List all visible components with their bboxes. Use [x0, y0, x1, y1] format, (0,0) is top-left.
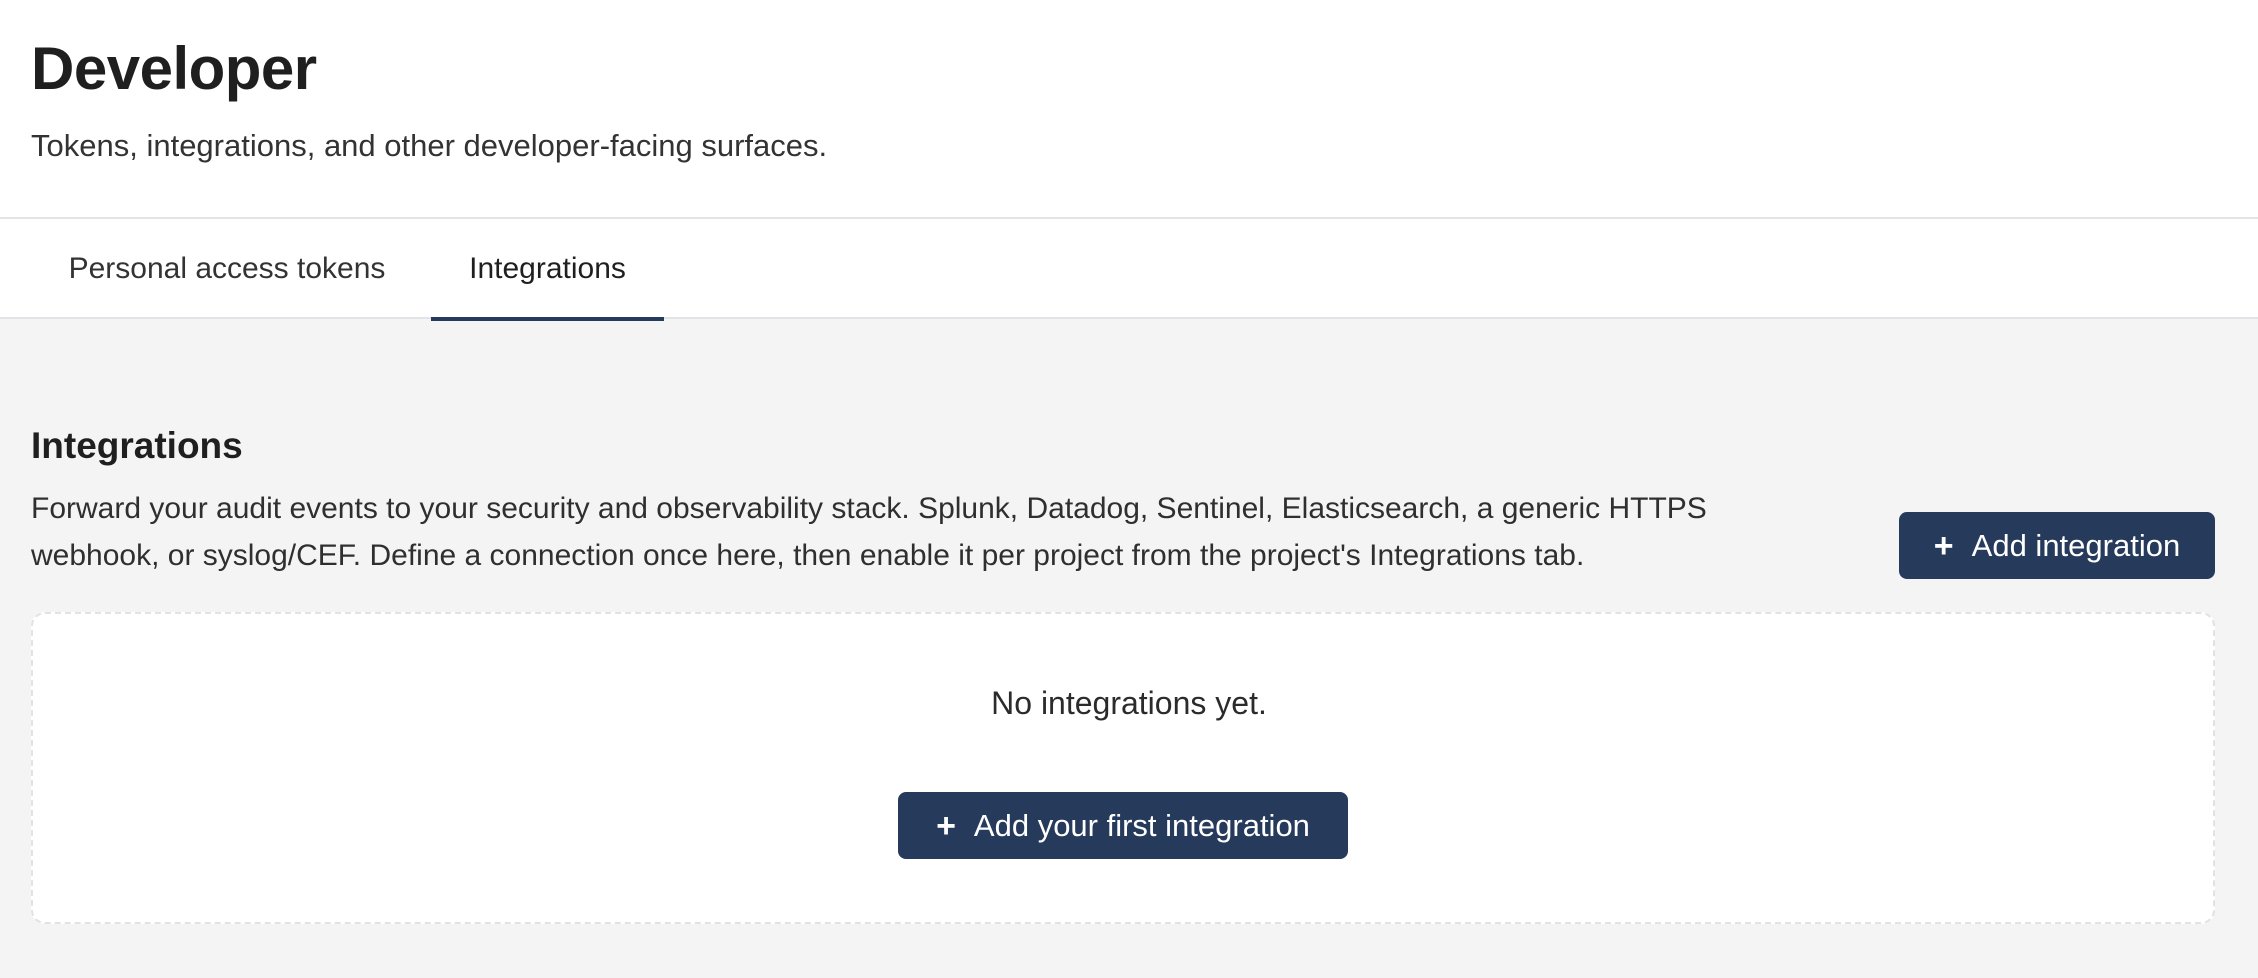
tab-integrations[interactable]: Integrations: [431, 219, 664, 321]
empty-state-card: [31, 612, 2215, 924]
add-first-integration-label: Add your first integration: [973, 807, 1310, 843]
plus-icon: +: [1933, 526, 1954, 565]
page-title: Developer: [31, 35, 317, 102]
section-description: Forward your audit events to your securi…: [31, 492, 1707, 572]
page-header: Developer Tokens, integrations, and othe…: [0, 0, 2258, 219]
plus-icon: +: [936, 806, 956, 845]
empty-state-message: No integrations yet.: [991, 685, 1267, 721]
section-title: Integrations: [31, 425, 243, 466]
add-integration-button[interactable]: + Add integration: [1899, 512, 2215, 579]
tab-personal-access-tokens[interactable]: Personal access tokens: [31, 219, 423, 319]
add-first-integration-button[interactable]: + Add your first integration: [898, 792, 1348, 859]
page-subtitle: Tokens, integrations, and other develope…: [31, 128, 828, 163]
tab-bar: Personal access tokens Integrations: [0, 219, 2258, 321]
add-integration-label: Add integration: [1971, 527, 2181, 563]
